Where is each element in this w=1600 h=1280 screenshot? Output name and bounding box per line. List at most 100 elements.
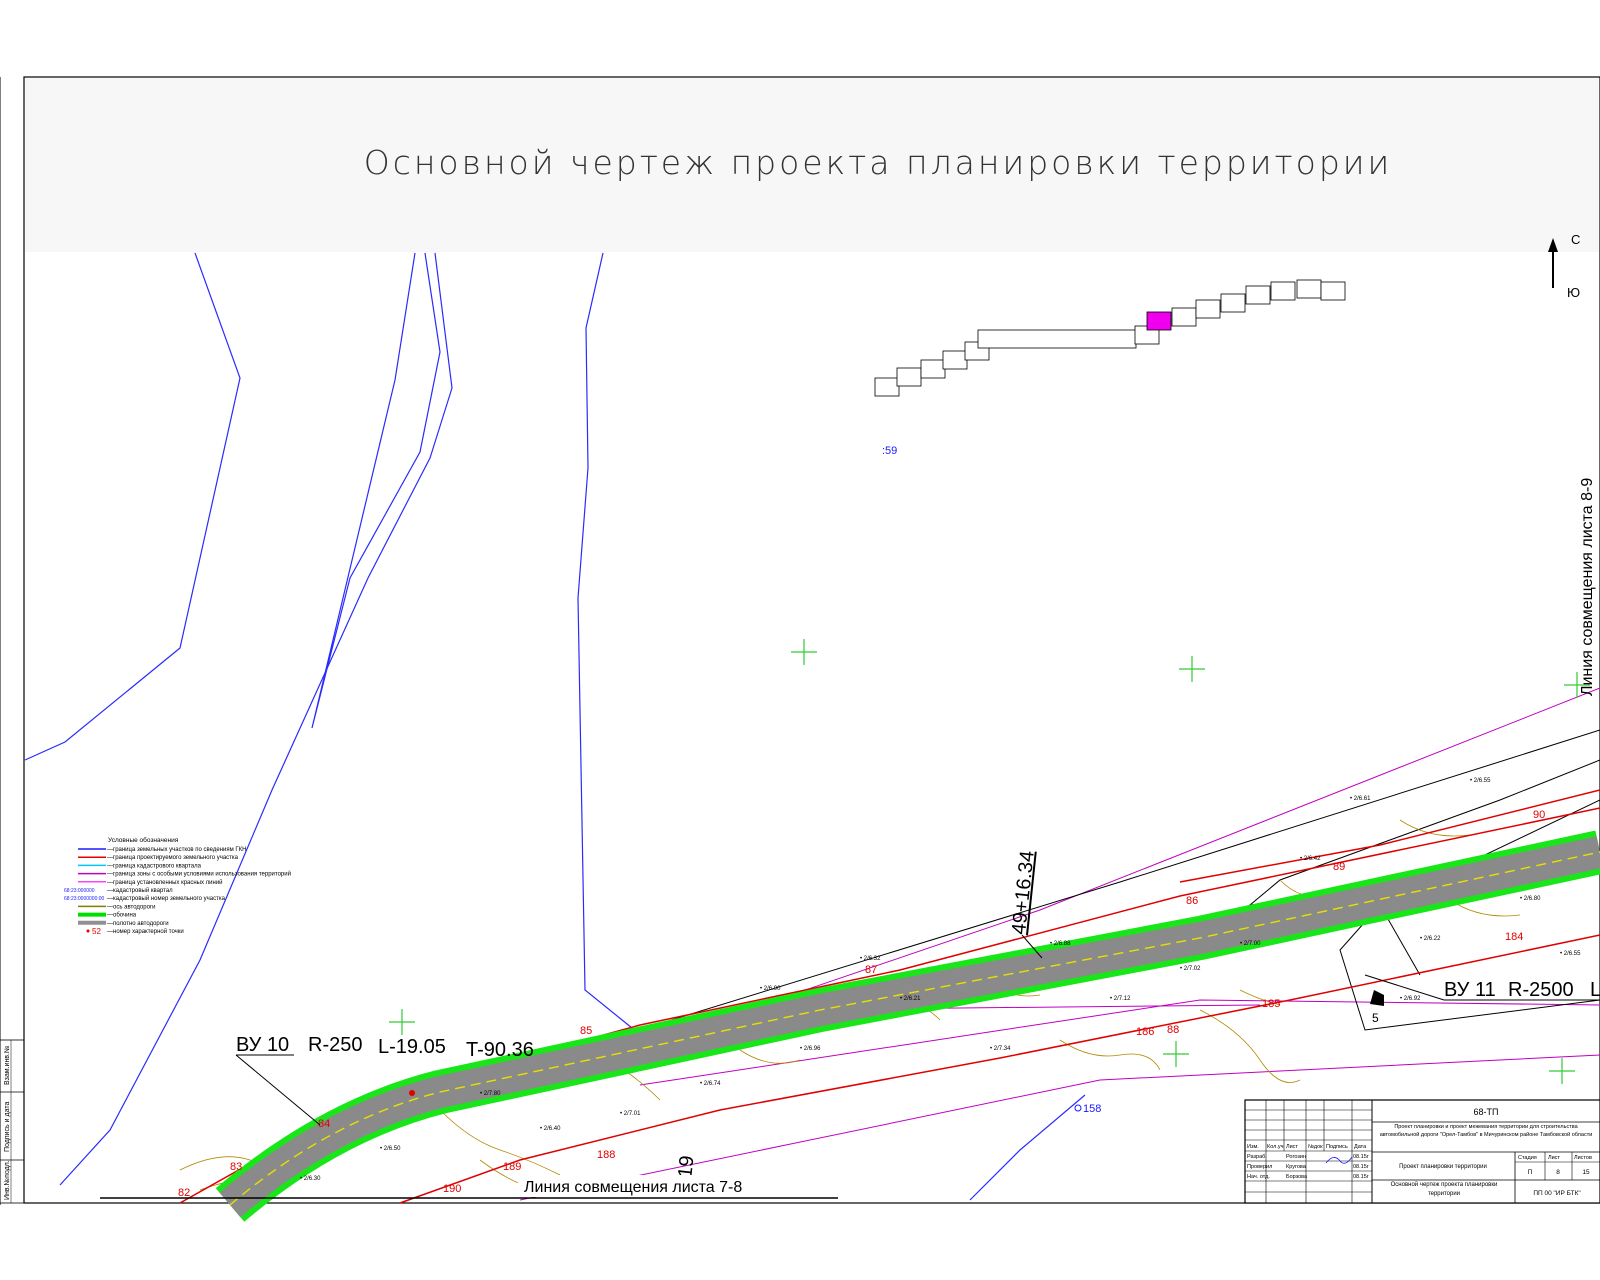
svg-text:• 2/7.80: • 2/7.80: [480, 1091, 501, 1097]
stamp-col: Изм.: [1247, 1144, 1259, 1150]
stamp-name: Борзова: [1286, 1174, 1308, 1180]
stamp-sheet-title: Основной чертеж проекта планировки терри…: [1390, 1182, 1498, 1197]
legend-item-label: —граница зоны с особыми условиями исполь…: [107, 871, 291, 878]
svg-text:• 2/6.22: • 2/6.22: [1420, 936, 1441, 942]
point-number-black: 5: [1372, 1011, 1379, 1025]
stamp-role: Проверил: [1247, 1164, 1272, 1170]
margin-label-2: Подпись и дата: [4, 1102, 11, 1152]
point-number: 88: [1167, 1024, 1179, 1036]
legend-item-label: —граница проектируемого земельного участ…: [107, 855, 239, 861]
stamp-section: Проект планировки территории: [1399, 1164, 1487, 1170]
match-line-right-label: Линия совмещения листа 8-9: [1579, 478, 1596, 696]
svg-text:• 2/6.92: • 2/6.92: [1400, 996, 1421, 1002]
legend-swatch-text: 68:23:000000: [64, 888, 95, 894]
svg-text:• 2/6.30: • 2/6.30: [300, 1176, 321, 1182]
legend-swatch-text: 52: [92, 927, 101, 936]
svg-text:• 2/6.61: • 2/6.61: [1350, 796, 1371, 802]
stamp-role: Нач. отд.: [1247, 1174, 1270, 1180]
legend-item-label: —граница установленных красных линий: [107, 879, 223, 886]
point-number: 189: [503, 1161, 521, 1173]
legend-item-label: —ось автодороги: [107, 904, 155, 910]
svg-text:• 2/6.21: • 2/6.21: [900, 996, 921, 1002]
point-number: 82: [178, 1187, 190, 1199]
north-label: С: [1571, 232, 1580, 247]
binding-margin: Взам.инв.№ Подпись и дата Инв.№подл.: [0, 77, 25, 1205]
svg-text:• 2/6.55: • 2/6.55: [1470, 778, 1491, 784]
svg-text:• 2/6.40: • 2/6.40: [540, 1126, 561, 1132]
legend-item: 68:23:0000000:00 —кадастровый номер земел…: [64, 895, 226, 902]
point-number: 90: [1533, 809, 1545, 821]
stamp-col: Кол.уч: [1267, 1144, 1284, 1150]
legend-item-label: —кадастровый квартал: [107, 887, 173, 894]
stamp-date: 08.15г: [1353, 1154, 1369, 1160]
point-number: 85: [580, 1025, 592, 1037]
point-number: 87: [865, 964, 877, 976]
svg-text:• 2/6.96: • 2/6.96: [800, 1046, 821, 1052]
curve-right-l: L: [1590, 979, 1600, 1001]
svg-text:• 2/6.80: • 2/6.80: [1520, 896, 1541, 902]
point-number: 190: [443, 1183, 461, 1195]
point-number: 188: [597, 1149, 615, 1161]
svg-text:• 2/6.42: • 2/6.42: [1300, 856, 1321, 862]
svg-text:• 2/7.34: • 2/7.34: [990, 1046, 1011, 1052]
legend-swatch-text: 68:23:0000000:00: [64, 896, 105, 902]
drawing-title: Основной чертеж проекта планировки терри…: [364, 143, 1393, 182]
legend-item: 68:23:000000 —кадастровый квартал: [64, 887, 173, 894]
svg-text:• 2/6.32: • 2/6.32: [860, 956, 881, 962]
svg-text:• 2/7.01: • 2/7.01: [620, 1111, 641, 1117]
svg-text:• 2/6.88: • 2/6.88: [1050, 941, 1071, 947]
legend-item: —граница зоны с особыми условиями исполь…: [78, 871, 291, 878]
legend-swatch: [86, 929, 90, 933]
stamp-sheet: 8: [1556, 1169, 1560, 1176]
legend-item-label: —граница кадастрового квартала: [107, 863, 202, 869]
svg-text:• 2/6.74: • 2/6.74: [700, 1081, 721, 1087]
stamp-col: Дата: [1354, 1144, 1367, 1150]
legend-item-label: —граница земельных участков по сведениям…: [107, 847, 246, 853]
point-number: 185: [1262, 998, 1280, 1010]
stamp-sheets-label: Листов: [1574, 1155, 1592, 1161]
svg-text:• 2/7.00: • 2/7.00: [1240, 941, 1261, 947]
legend-title: Условные обозначения: [108, 836, 179, 844]
svg-text:• 2/7.12: • 2/7.12: [1110, 996, 1131, 1002]
curve-right-r: R-2500: [1508, 979, 1574, 1001]
stamp-col: №док: [1308, 1144, 1323, 1150]
point-number: 89: [1333, 861, 1345, 873]
stamp-stage: П: [1528, 1169, 1533, 1176]
svg-text:• 2/6.55: • 2/6.55: [1560, 951, 1581, 957]
curve-left-l: L-19.05: [378, 1036, 446, 1058]
south-label: Ю: [1567, 285, 1580, 300]
curve-left-r: R-250: [308, 1034, 362, 1056]
stamp-col: Лист: [1286, 1144, 1298, 1150]
svg-text:• 2/7.02: • 2/7.02: [1180, 966, 1201, 972]
curve-left-name: ВУ 10: [236, 1034, 289, 1056]
point-number: 184: [1505, 931, 1523, 943]
stamp-org: ПП 00 "ИР БТК": [1533, 1190, 1581, 1197]
svg-text:• 2/6.90: • 2/6.90: [760, 986, 781, 992]
margin-label-1: Взам.инв.№: [4, 1046, 11, 1085]
planning-drawing: Основной чертеж проекта планировки терри…: [0, 76, 1600, 1222]
point-number-blue: 158: [1083, 1103, 1101, 1115]
margin-label-3: Инв.№подл.: [4, 1160, 11, 1200]
stamp-name: Рогозин: [1286, 1154, 1306, 1160]
stamp-col: Подпись: [1326, 1144, 1348, 1150]
point-number: 84: [318, 1118, 330, 1130]
legend-item-label: —полотно автодороги: [107, 921, 169, 927]
stamp-date: 08.15г: [1353, 1164, 1369, 1170]
legend-item-label: —обочина: [107, 913, 137, 919]
svg-text:• 2/6.50: • 2/6.50: [380, 1146, 401, 1152]
legend-item-label: —кадастровый номер земельного участка: [107, 895, 226, 902]
stamp-role: Разраб.: [1247, 1154, 1267, 1160]
point-label-blue: :59: [882, 445, 897, 457]
curve-left-t: T-90.36: [466, 1039, 534, 1061]
point-number: 186: [1136, 1026, 1154, 1038]
stamp-code: 68-ТП: [1474, 1107, 1499, 1117]
curve-right-name: ВУ 11: [1444, 979, 1496, 1001]
stamp-stage-label: Стадия: [1518, 1155, 1537, 1161]
point-number: 86: [1186, 895, 1198, 907]
legend-item-label: —номер характерной точки: [107, 928, 184, 935]
title-block: Изм. Кол.уч Лист №док Подпись Дата Разра…: [1244, 1099, 1600, 1204]
stamp-name: Кругова: [1286, 1164, 1307, 1170]
match-line-bottom-label: Линия совмещения листа 7-8: [524, 1179, 742, 1196]
stamp-date: 08.15г: [1353, 1174, 1369, 1180]
stamp-sheets: 15: [1582, 1169, 1590, 1176]
